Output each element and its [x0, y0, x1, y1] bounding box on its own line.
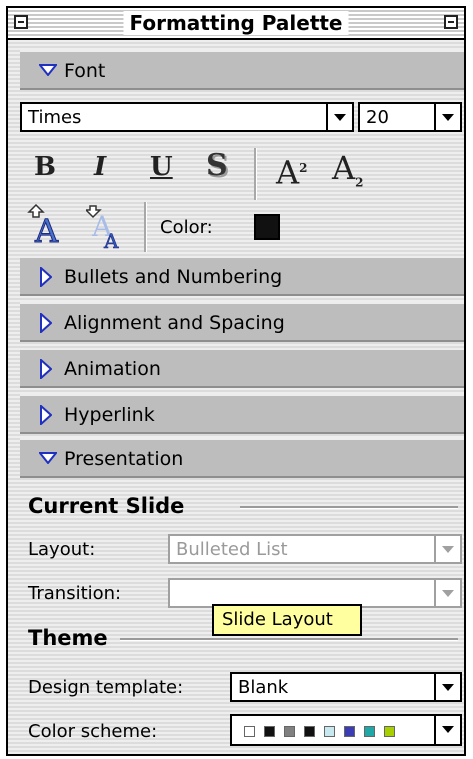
design-template-select[interactable]: Blank — [230, 672, 462, 702]
disclosure-closed-icon[interactable] — [40, 267, 52, 287]
design-template-dropdown-arrow-icon[interactable] — [434, 674, 460, 700]
font-name-dropdown-arrow-icon[interactable] — [326, 104, 352, 130]
font-size-dropdown-arrow-icon[interactable] — [434, 104, 460, 130]
section-header-bullets-and-numbering[interactable]: Bullets and Numbering — [20, 256, 464, 296]
decrease-font-size-icon[interactable]: A A — [86, 204, 130, 250]
section-header-font[interactable]: Font — [20, 50, 464, 90]
tooltip: Slide Layout — [212, 604, 362, 636]
layout-label: Layout: — [28, 539, 96, 560]
section-label-bullets: Bullets and Numbering — [64, 266, 283, 288]
section-label-hyperlink: Hyperlink — [64, 404, 155, 426]
color-scheme-swatch — [244, 726, 255, 737]
toolbar-divider — [144, 202, 147, 252]
disclosure-open-icon[interactable] — [39, 64, 57, 76]
design-template-value: Blank — [238, 677, 289, 698]
color-scheme-swatch — [284, 726, 295, 737]
font-size-select[interactable]: 20 — [358, 102, 462, 132]
color-scheme-swatch — [304, 726, 315, 737]
superscript-mark: 2 — [299, 161, 308, 175]
bold-button[interactable]: B — [34, 152, 56, 182]
collapse-box-icon[interactable] — [14, 15, 28, 29]
color-scheme-swatch — [384, 726, 395, 737]
group-divider — [120, 638, 458, 641]
subscript-mark: 2 — [355, 175, 364, 190]
toolbar-divider — [254, 148, 257, 200]
color-scheme-swatch — [364, 726, 375, 737]
font-color-label: Color: — [160, 217, 213, 238]
subscript-button[interactable]: A2 — [332, 150, 363, 200]
group-divider — [240, 506, 458, 509]
color-scheme-select[interactable] — [230, 714, 462, 746]
shadow-button[interactable]: S — [206, 150, 228, 182]
window-title: Formatting Palette — [123, 11, 349, 35]
underline-button[interactable]: U — [150, 152, 173, 182]
theme-heading: Theme — [28, 626, 108, 650]
layout-dropdown-arrow-icon[interactable] — [434, 536, 460, 562]
transition-dropdown-arrow-icon[interactable] — [434, 580, 460, 606]
title-bar[interactable]: Formatting Palette — [8, 8, 464, 40]
disclosure-open-icon[interactable] — [39, 452, 57, 464]
layout-select[interactable]: Bulleted List — [168, 534, 462, 564]
formatting-palette-window: Formatting Palette Font Times 20 B I U S… — [6, 6, 466, 756]
current-slide-heading: Current Slide — [28, 494, 185, 518]
section-label-presentation: Presentation — [64, 448, 184, 470]
disclosure-closed-icon[interactable] — [40, 313, 52, 333]
font-color-swatch[interactable] — [254, 214, 280, 240]
color-scheme-dropdown-arrow-icon[interactable] — [434, 716, 460, 744]
svg-text:A: A — [34, 212, 59, 246]
section-header-alignment-and-spacing[interactable]: Alignment and Spacing — [20, 302, 464, 342]
increase-font-size-icon[interactable]: A — [26, 204, 70, 246]
section-header-hyperlink[interactable]: Hyperlink — [20, 394, 464, 434]
font-size-value: 20 — [366, 107, 389, 128]
superscript-letter: A — [276, 153, 300, 192]
color-scheme-swatch — [324, 726, 335, 737]
design-template-label: Design template: — [28, 677, 184, 698]
disclosure-closed-icon[interactable] — [40, 359, 52, 379]
section-header-presentation[interactable]: Presentation — [20, 438, 464, 478]
tooltip-text: Slide Layout — [222, 609, 333, 630]
transition-label: Transition: — [28, 583, 122, 604]
superscript-button[interactable]: A2 — [276, 150, 307, 191]
section-header-animation[interactable]: Animation — [20, 348, 464, 388]
disclosure-closed-icon[interactable] — [40, 405, 52, 425]
color-scheme-swatch — [344, 726, 355, 737]
svg-text:A: A — [103, 229, 119, 250]
layout-value: Bulleted List — [176, 539, 288, 560]
zoom-box-icon[interactable] — [444, 15, 458, 29]
italic-button[interactable]: I — [94, 152, 106, 182]
font-name-select[interactable]: Times — [20, 102, 354, 132]
section-label-font: Font — [64, 60, 106, 82]
section-label-animation: Animation — [64, 358, 161, 380]
section-label-alignment: Alignment and Spacing — [64, 312, 285, 334]
subscript-letter: A — [332, 149, 356, 187]
color-scheme-swatch — [264, 726, 275, 737]
font-name-value: Times — [28, 107, 82, 128]
color-scheme-label: Color scheme: — [28, 721, 158, 742]
